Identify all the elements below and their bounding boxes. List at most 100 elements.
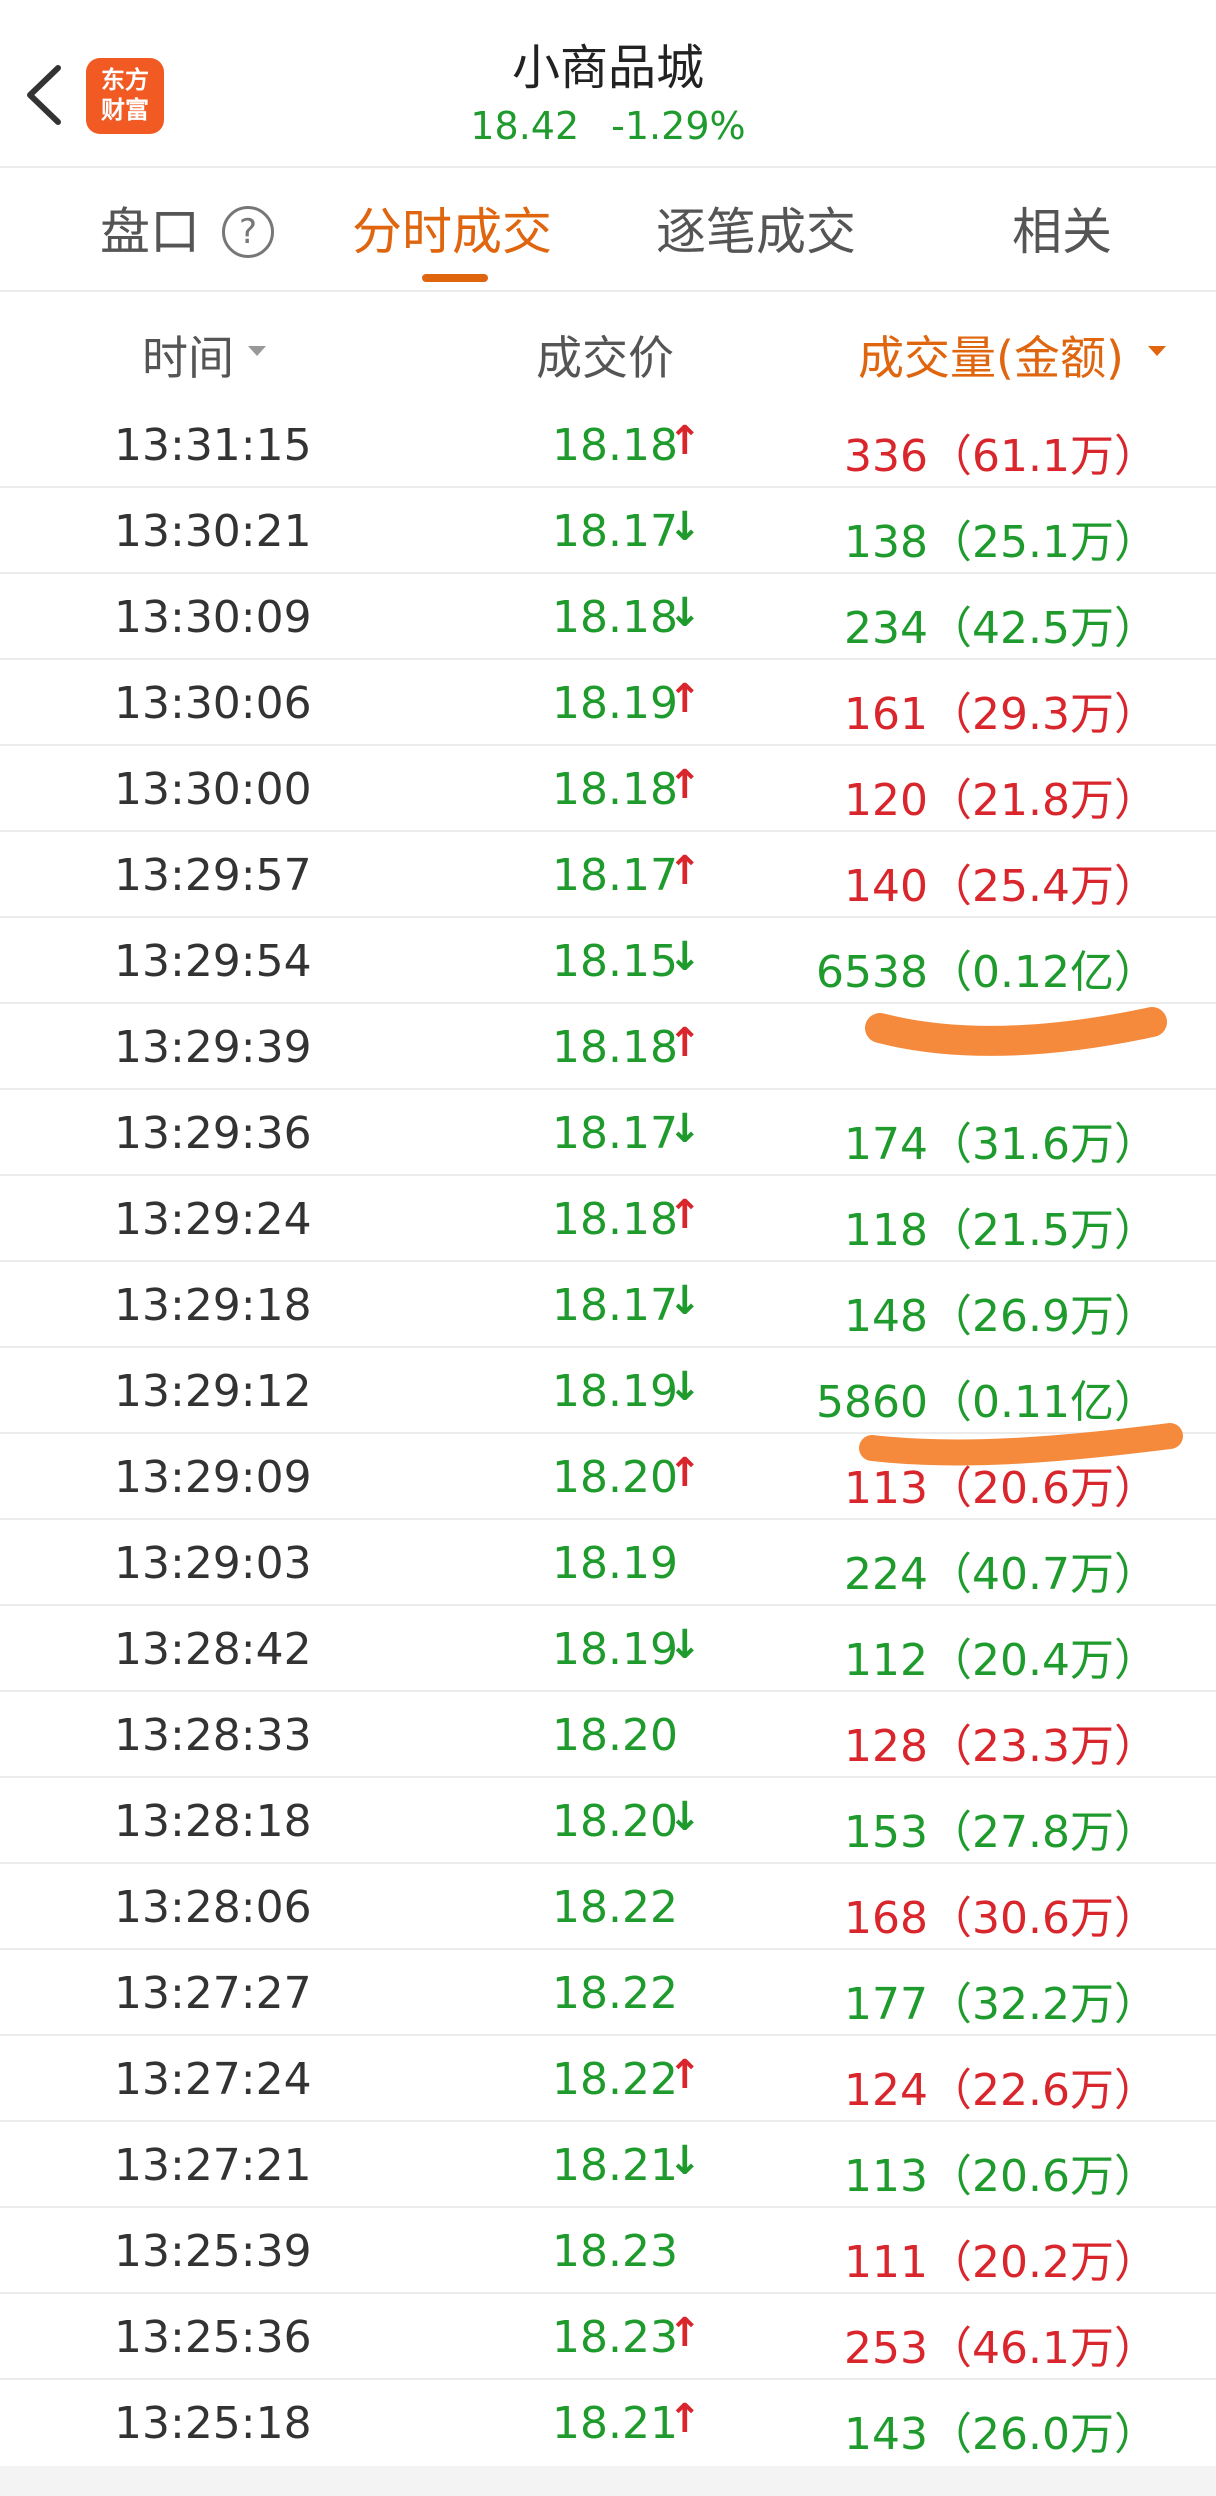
trade-time: 13:30:00 <box>114 764 312 815</box>
trade-list[interactable]: 13:31:15 18.18 ↑ 336（61.1万） 13:30:21 18.17 ↓ 13… <box>0 402 1216 2466</box>
trade-price: 18.17 <box>552 1280 678 1331</box>
trade-time: 13:29:24 <box>114 1194 312 1245</box>
trade-row: 13:27:21 18.21 ↓ 113（20.6万） <box>0 2122 1216 2208</box>
trade-time: 13:30:21 <box>114 506 312 557</box>
trade-price: 18.23 <box>552 2226 678 2277</box>
trade-row: 13:29:12 18.19 ↓ 5860（0.11亿） <box>0 1348 1216 1434</box>
trade-volume: 5860（0.11亿） <box>816 1377 1158 1428</box>
down-arrow-icon: ↓ <box>668 934 702 980</box>
trade-row: 13:30:21 18.17 ↓ 138（25.1万） <box>0 488 1216 574</box>
up-arrow-icon: ↑ <box>668 2396 702 2442</box>
trade-time: 13:28:18 <box>114 1796 312 1847</box>
trade-row: 13:29:54 18.15 ↓ 6538（0.12亿） <box>0 918 1216 1004</box>
trade-row: 13:25:39 18.23 111（20.2万） <box>0 2208 1216 2294</box>
trade-time: 13:30:06 <box>114 678 312 729</box>
trade-price: 18.17 <box>552 506 678 557</box>
trade-volume: 124（22.6万） <box>844 2065 1158 2116</box>
price-column-header: 成交价 <box>536 331 674 385</box>
time-column-header[interactable]: 时间 <box>142 322 234 388</box>
trade-time: 13:29:57 <box>114 850 312 901</box>
trade-time: 13:29:12 <box>114 1366 312 1417</box>
trade-row: 13:28:06 18.22 168（30.6万） <box>0 1864 1216 1950</box>
trade-time: 13:27:21 <box>114 2140 312 2191</box>
trade-time: 13:25:18 <box>114 2398 312 2449</box>
trade-volume: 253（46.1万） <box>844 2323 1158 2374</box>
down-arrow-icon: ↓ <box>668 1278 702 1324</box>
trade-volume: 113（20.6万） <box>844 2151 1158 2202</box>
trade-price: 18.20 <box>552 1796 678 1847</box>
trade-time: 13:25:39 <box>114 2226 312 2277</box>
trade-time: 13:25:36 <box>114 2312 312 2363</box>
trade-row: 13:29:03 18.19 224（40.7万） <box>0 1520 1216 1606</box>
trade-volume: 138（25.1万） <box>844 517 1158 568</box>
trade-time: 13:29:03 <box>114 1538 312 1589</box>
tab-pankou[interactable]: 盘口 <box>100 202 200 262</box>
volume-sort-caret-icon[interactable] <box>1148 346 1166 356</box>
trade-volume: 224（40.7万） <box>844 1549 1158 1600</box>
trade-time: 13:29:18 <box>114 1280 312 1331</box>
top-bar: 东方 财富 小商品城 18.42 -1.29% <box>0 0 1216 168</box>
active-tab-indicator <box>422 274 488 282</box>
column-headers: 时间 成交价 成交量(金额) <box>0 294 1216 402</box>
trade-row: 13:28:42 18.19 ↓ 112（20.4万） <box>0 1606 1216 1692</box>
trade-volume: 111（20.2万） <box>844 2237 1158 2288</box>
trade-volume: 118（21.5万） <box>844 1205 1158 1256</box>
trade-row: 13:29:18 18.17 ↓ 148（26.9万） <box>0 1262 1216 1348</box>
trade-volume: 143（26.0万） <box>844 2409 1158 2460</box>
trade-price: 18.17 <box>552 1108 678 1159</box>
help-icon[interactable]: ? <box>222 206 274 258</box>
trade-time: 13:27:24 <box>114 2054 312 2105</box>
trade-price: 18.19 <box>552 678 678 729</box>
trade-price: 18.20 <box>552 1710 678 1761</box>
up-arrow-icon: ↑ <box>668 848 702 894</box>
down-arrow-icon: ↓ <box>668 1106 702 1152</box>
trade-volume: 177（32.2万） <box>844 1979 1158 2030</box>
trade-volume: 153（27.8万） <box>844 1807 1158 1858</box>
trade-row: 13:31:15 18.18 ↑ 336（61.1万） <box>0 402 1216 488</box>
trade-volume: 168（30.6万） <box>844 1893 1158 1944</box>
tab-related[interactable]: 相关 <box>1012 202 1112 262</box>
trade-time: 13:30:09 <box>114 592 312 643</box>
trade-price: 18.19 <box>552 1538 678 1589</box>
up-arrow-icon: ↑ <box>668 762 702 808</box>
up-arrow-icon: ↑ <box>668 2310 702 2356</box>
trade-price: 18.18 <box>552 420 678 471</box>
trade-price: 18.15 <box>552 936 678 987</box>
trade-price: 18.17 <box>552 850 678 901</box>
trade-price: 18.19 <box>552 1366 678 1417</box>
up-arrow-icon: ↑ <box>668 1020 702 1066</box>
trade-price: 18.18 <box>552 1194 678 1245</box>
trade-time: 13:28:42 <box>114 1624 312 1675</box>
tab-tick-trades[interactable]: 逐笔成交 <box>656 202 856 262</box>
trade-price: 18.19 <box>552 1624 678 1675</box>
trade-time: 13:28:06 <box>114 1882 312 1933</box>
trade-price: 18.21 <box>552 2398 678 2449</box>
time-sort-caret-icon[interactable] <box>248 346 266 356</box>
trade-row: 13:30:00 18.18 ↑ 120（21.8万） <box>0 746 1216 832</box>
trade-price: 18.18 <box>552 764 678 815</box>
trade-row: 13:28:33 18.20 128（23.3万） <box>0 1692 1216 1778</box>
up-arrow-icon: ↑ <box>668 676 702 722</box>
trade-price: 18.18 <box>552 592 678 643</box>
trade-volume: 128（23.3万） <box>844 1721 1158 1772</box>
trade-price: 18.23 <box>552 2312 678 2363</box>
tab-time-trades[interactable]: 分时成交 <box>352 202 552 262</box>
trade-volume: 120（21.8万） <box>844 775 1158 826</box>
trade-row: 13:29:09 18.20 ↑ 113（20.6万） <box>0 1434 1216 1520</box>
trade-time: 13:27:27 <box>114 1968 312 2019</box>
trade-row: 13:25:18 18.21 ↑ 143（26.0万） <box>0 2380 1216 2466</box>
trade-row: 13:30:06 18.19 ↑ 161（29.3万） <box>0 660 1216 746</box>
bottom-bar <box>0 2466 1216 2496</box>
stock-name: 小商品城 <box>511 40 704 96</box>
up-arrow-icon: ↑ <box>668 1450 702 1496</box>
trade-price: 18.21 <box>552 2140 678 2191</box>
trade-volume: 6538（0.12亿） <box>816 947 1158 998</box>
trade-price: 18.22 <box>552 1882 678 1933</box>
trade-volume: 336（61.1万） <box>844 431 1158 482</box>
trade-volume: 234（42.5万） <box>844 603 1158 654</box>
down-arrow-icon: ↓ <box>668 1364 702 1410</box>
trade-row: 13:29:36 18.17 ↓ 174（31.6万） <box>0 1090 1216 1176</box>
trade-row: 13:25:36 18.23 ↑ 253（46.1万） <box>0 2294 1216 2380</box>
volume-column-header[interactable]: 成交量(金额) <box>858 322 1124 388</box>
trade-row: 13:29:57 18.17 ↑ 140（25.4万） <box>0 832 1216 918</box>
